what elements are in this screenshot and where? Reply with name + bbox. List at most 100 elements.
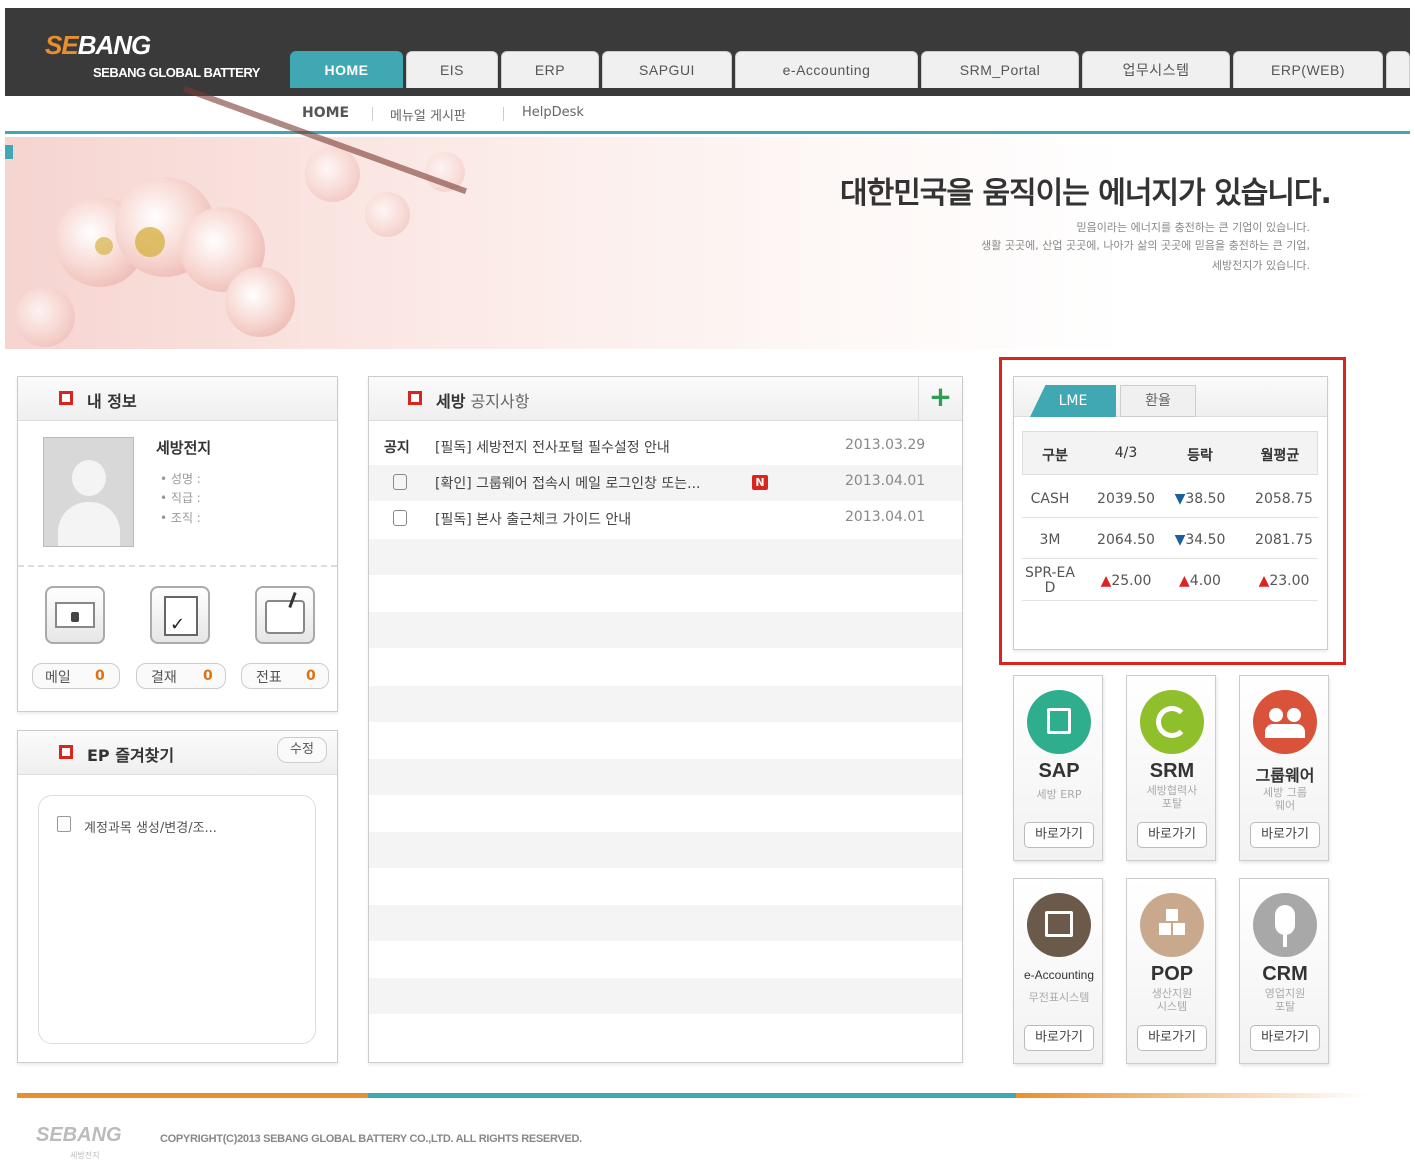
app-tile-sap[interactable]: SAP 세방 ERP 바로가기: [1013, 675, 1103, 861]
notice-date: 2013.03.29: [845, 437, 926, 453]
banner-title: 대한민국을 움직이는 에너지가 있습니다.: [840, 176, 1332, 211]
app-tile-pop[interactable]: POP 생산지원 시스템 바로가기: [1126, 878, 1216, 1064]
notice-title-text[interactable]: [필독] 본사 출근체크 가이드 안내: [435, 509, 631, 529]
app-desc: 영업지원 포탈: [1264, 987, 1306, 1013]
footer-logo: SEBANG: [36, 1124, 122, 1146]
tab-srm-portal[interactable]: SRM_Portal: [921, 51, 1079, 88]
subnav-manual-board[interactable]: 메뉴얼 게시판: [390, 105, 466, 124]
document-icon: [57, 816, 71, 832]
people-icon: [1253, 690, 1317, 754]
lme-header: 구분: [1042, 448, 1068, 464]
notice-title-text[interactable]: [확인] 그룹웨어 접속시 메일 로그인창 또는...: [435, 473, 701, 493]
tab-erp-web[interactable]: ERP(WEB): [1233, 51, 1383, 88]
lme-row-value: 2064.50: [1097, 532, 1155, 548]
app-desc: 세방협력사 포탈: [1146, 784, 1198, 810]
panel-marker-icon: [59, 391, 73, 405]
document-icon: [1027, 893, 1091, 957]
lme-row-value: 2039.50: [1097, 491, 1155, 507]
notice-row[interactable]: 공지 [필독] 세방전지 전사포털 필수설정 안내 2013.03.29: [369, 429, 962, 465]
notice-title-text[interactable]: [필독] 세방전지 전사포털 필수설정 안내: [435, 437, 670, 457]
field-name: • 성명 :: [160, 472, 201, 486]
panel-marker-icon: [59, 745, 73, 759]
lme-header: 등락: [1187, 448, 1213, 464]
voucher-button[interactable]: 전표 0: [241, 663, 329, 689]
footer-divider: [17, 1093, 1367, 1098]
lme-row-change: ▼34.50: [1174, 532, 1226, 548]
lme-row-name: CASH: [1030, 491, 1070, 507]
tab-sapgui[interactable]: SAPGUI: [602, 51, 732, 88]
favorite-item[interactable]: 계정과목 생성/변경/조...: [84, 817, 217, 836]
app-go-button[interactable]: 바로가기: [1137, 1025, 1207, 1051]
up-arrow-icon: ▲: [1179, 573, 1190, 589]
building-icon: [1027, 690, 1091, 754]
favorites-edit-button[interactable]: 수정: [277, 737, 327, 763]
app-go-button[interactable]: 바로가기: [1024, 822, 1094, 848]
lme-panel: [1013, 376, 1328, 650]
mouse-icon: [1253, 893, 1317, 957]
app-name: e-Accounting: [1023, 968, 1095, 982]
lme-row-avg: 2081.75: [1255, 532, 1313, 548]
app-go-button[interactable]: 바로가기: [1250, 822, 1320, 848]
tab-exchange-rate[interactable]: 환율: [1120, 385, 1196, 417]
tab-erp[interactable]: ERP: [501, 51, 599, 88]
app-name: SAP: [1038, 760, 1080, 782]
notice-attachment-icon: [393, 474, 407, 490]
banner-expand-icon[interactable]: [5, 145, 13, 159]
app-name: 그룹웨어: [1255, 768, 1315, 785]
app-tile-crm[interactable]: CRM 영업지원 포탈 바로가기: [1239, 878, 1329, 1064]
boxes-icon: [1140, 893, 1204, 957]
approval-icon[interactable]: ✓: [150, 586, 210, 644]
voucher-icon[interactable]: [255, 586, 315, 644]
subnav-home[interactable]: HOME: [302, 105, 349, 121]
banner-line-2: 생활 곳곳에, 산업 곳곳에, 나아가 삶의 곳곳에 믿음을 충전하는 큰 기업…: [981, 239, 1310, 252]
tab-e-accounting[interactable]: e-Accounting: [735, 51, 918, 88]
app-go-button[interactable]: 바로가기: [1137, 822, 1207, 848]
notice-attachment-icon: [393, 510, 407, 526]
lme-row-change: ▲4.00: [1179, 573, 1221, 589]
tab-work-system[interactable]: 업무시스템: [1082, 51, 1230, 88]
my-info-title: 내 정보: [87, 392, 137, 411]
tab-home[interactable]: HOME: [290, 51, 403, 88]
lme-row-avg: ▲23.00: [1258, 573, 1310, 589]
notice-tag: 공지: [384, 440, 410, 456]
banner-line-1: 믿음이라는 에너지를 충전하는 큰 기업이 있습니다.: [1076, 221, 1311, 234]
app-go-button[interactable]: 바로가기: [1250, 1025, 1320, 1051]
app-name: SRM: [1149, 760, 1195, 782]
mail-button[interactable]: 메일 0: [32, 663, 120, 689]
lme-row-value: ▲25.00: [1100, 573, 1152, 589]
notice-row[interactable]: [확인] 그룹웨어 접속시 메일 로그인창 또는... N 2013.04.01: [369, 465, 962, 501]
tab-eis[interactable]: EIS: [406, 51, 498, 88]
footer-logo-sub: 세방전지: [70, 1151, 100, 1160]
app-name: CRM: [1262, 963, 1308, 985]
notice-date: 2013.04.01: [845, 509, 926, 525]
notice-row[interactable]: [필독] 본사 출근체크 가이드 안내 2013.04.01: [369, 501, 962, 537]
new-badge: N: [752, 475, 768, 490]
app-go-button[interactable]: 바로가기: [1024, 1025, 1094, 1051]
notice-more-icon[interactable]: +: [918, 377, 962, 421]
notice-date: 2013.04.01: [845, 473, 926, 489]
sebang-logo[interactable]: SEBANG: [45, 30, 151, 61]
app-tile-srm[interactable]: SRM 세방협력사 포탈 바로가기: [1126, 675, 1216, 861]
field-position: • 직급 :: [160, 491, 201, 505]
app-desc: 무전표시스템: [1028, 991, 1090, 1004]
lme-row-name: SPR-EAD: [1025, 565, 1075, 596]
lme-row-change: ▼38.50: [1174, 491, 1226, 507]
avatar: [43, 437, 134, 547]
app-desc: 세방 ERP: [1036, 788, 1082, 801]
up-arrow-icon: ▲: [1100, 573, 1112, 589]
user-company: 세방전지: [156, 439, 212, 457]
lme-row-name: 3M: [1039, 532, 1061, 548]
banner-line-3: 세방전지가 있습니다.: [1211, 259, 1310, 272]
approval-button[interactable]: 결재 0: [136, 663, 226, 689]
lme-row-avg: 2058.75: [1255, 491, 1313, 507]
subnav-helpdesk[interactable]: HelpDesk: [522, 105, 584, 120]
down-arrow-icon: ▼: [1174, 532, 1186, 548]
notice-title: 세방 공지사항: [436, 392, 530, 411]
app-tile-groupware[interactable]: 그룹웨어 세방 그룹웨어 바로가기: [1239, 675, 1329, 861]
app-desc: 세방 그룹웨어: [1263, 786, 1307, 812]
mail-icon[interactable]: [45, 586, 105, 644]
app-tile-e-accounting[interactable]: e-Accounting 무전표시스템 바로가기: [1013, 878, 1103, 1064]
app-name: POP: [1150, 963, 1194, 985]
tab-overflow[interactable]: [1386, 51, 1410, 88]
lme-header: 월평균: [1260, 448, 1300, 464]
